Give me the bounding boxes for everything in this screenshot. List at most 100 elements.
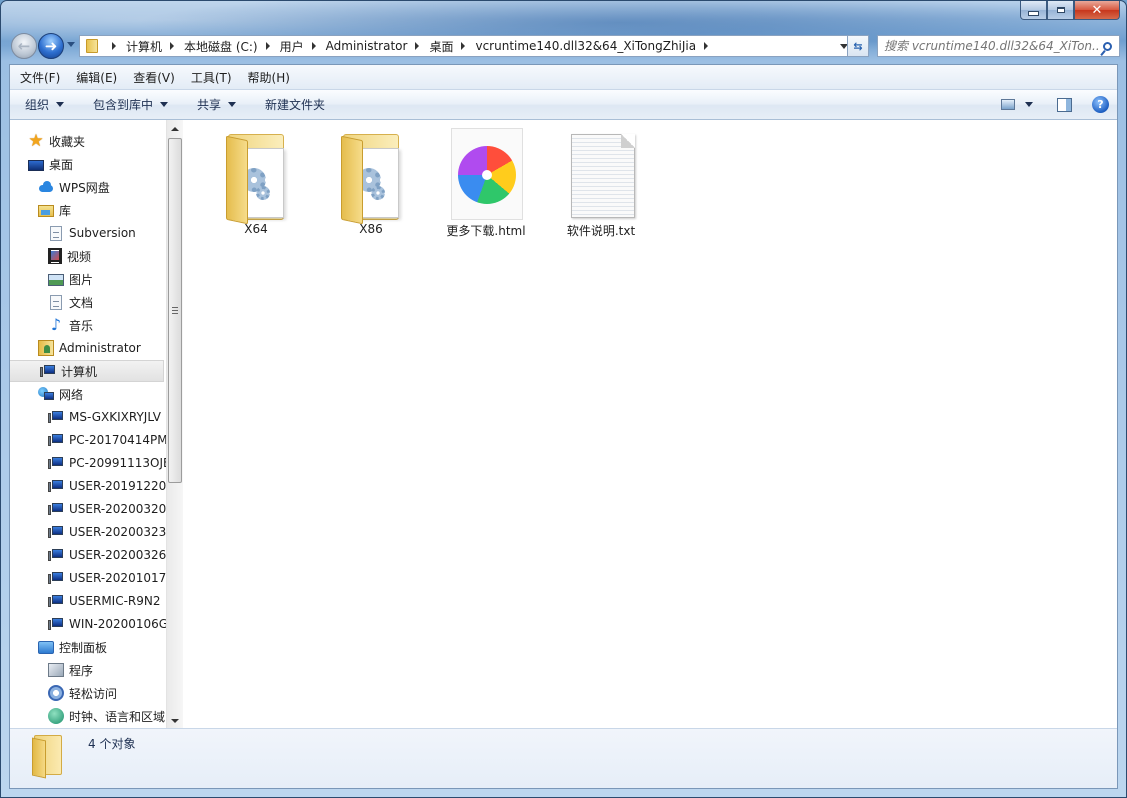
nav-item[interactable]: 轻松访问: [48, 682, 117, 704]
nav-item-content: WIN-20200106G: [48, 616, 166, 632]
nav-item[interactable]: Subversion: [48, 222, 136, 244]
scroll-up-button[interactable]: [167, 120, 183, 137]
close-button[interactable]: ✕: [1074, 1, 1120, 20]
forward-arrow-icon: ➜: [44, 37, 58, 55]
nav-item[interactable]: PC-20170414PM: [48, 429, 166, 451]
recent-locations-dropdown[interactable]: [67, 42, 75, 47]
breadcrumb-chevron-icon[interactable]: [415, 42, 420, 50]
nav-item-content: 图片: [48, 271, 93, 288]
scroll-down-button[interactable]: [167, 712, 183, 729]
file-item-html[interactable]: 更多下载.html: [431, 128, 541, 239]
menu-file[interactable]: 文件(F): [12, 69, 68, 86]
refresh-button[interactable]: ⇆: [847, 35, 869, 57]
nav-item[interactable]: USERMIC-R9N2: [48, 590, 161, 612]
breadcrumb-item[interactable]: 本地磁盘 (C:): [184, 38, 258, 55]
caption-buttons: ✕: [1020, 1, 1120, 20]
nav-item[interactable]: Administrator: [38, 337, 141, 359]
folder-icon: [216, 128, 296, 225]
nav-item[interactable]: USER-20200320: [48, 498, 166, 520]
computer-icon: [48, 478, 64, 494]
back-button[interactable]: ←: [11, 33, 37, 59]
menu-tools[interactable]: 工具(T): [183, 69, 240, 86]
new-folder-button[interactable]: 新建文件夹: [250, 96, 339, 113]
nav-item[interactable]: ♪ 音乐: [48, 314, 93, 336]
menu-help[interactable]: 帮助(H): [240, 69, 298, 86]
nav-item[interactable]: 文档: [48, 291, 93, 313]
include-in-library-button[interactable]: 包含到库中: [78, 96, 182, 113]
nav-item[interactable]: 图片: [48, 268, 93, 290]
breadcrumb-item[interactable]: 桌面: [429, 38, 453, 55]
nav-item[interactable]: 视频: [48, 245, 91, 267]
view-options-dropdown[interactable]: [1025, 102, 1033, 107]
breadcrumb-chevron-icon[interactable]: [461, 42, 466, 50]
breadcrumb-item[interactable]: 用户: [280, 38, 304, 55]
details-pane: 4 个对象: [10, 728, 1117, 788]
breadcrumb: 计算机 本地磁盘 (C:) 用户 Administrator 桌面 vcrunt…: [104, 38, 718, 55]
nav-item[interactable]: PC-20991113OJE: [48, 452, 166, 474]
breadcrumb-chevron-icon[interactable]: [265, 42, 270, 50]
nav-item[interactable]: 计算机: [10, 360, 164, 382]
computer-icon: [48, 432, 64, 448]
search-input[interactable]: [878, 38, 1101, 54]
nav-item[interactable]: 控制面板: [38, 636, 107, 658]
scroll-thumb[interactable]: [168, 138, 182, 483]
nav-item[interactable]: WIN-20200106G: [48, 613, 166, 635]
nav-item-favorites[interactable]: ★ 收藏夹: [28, 130, 85, 152]
forward-button[interactable]: ➜: [38, 33, 64, 59]
help-icon[interactable]: ?: [1092, 96, 1109, 113]
breadcrumb-item[interactable]: Administrator: [326, 39, 408, 53]
nav-item-content: USERMIC-R9N2: [48, 593, 161, 609]
desktop-icon: [28, 159, 44, 171]
nav-item[interactable]: USER-20201017I: [48, 567, 166, 589]
gear-icon: [256, 186, 270, 200]
nav-item[interactable]: MS-GXKIXRYJLV: [48, 406, 161, 428]
nav-item-label: WPS网盘: [59, 180, 110, 195]
breadcrumb-item-current[interactable]: vcruntime140.dll32&64_XiTongZhiJia: [475, 39, 696, 53]
address-bar[interactable]: 计算机 本地磁盘 (C:) 用户 Administrator 桌面 vcrunt…: [79, 35, 854, 57]
computer-icon: [48, 409, 64, 425]
ease-icon: [48, 685, 64, 701]
close-icon: ✕: [1091, 2, 1103, 18]
folder-front: [226, 135, 248, 225]
nav-item-content: 控制面板: [38, 639, 107, 656]
nav-item[interactable]: 时钟、语言和区域: [48, 705, 165, 727]
share-button[interactable]: 共享: [182, 96, 250, 113]
folder-icon: [331, 128, 411, 225]
computer-icon: [48, 570, 64, 586]
file-item-x64[interactable]: X64: [201, 128, 311, 236]
nav-item[interactable]: WPS网盘: [38, 176, 110, 198]
nav-item-content: 网络: [38, 386, 83, 403]
minimize-button[interactable]: [1020, 1, 1047, 20]
nav-pane-scrollbar[interactable]: [166, 120, 183, 729]
nav-item[interactable]: 程序: [48, 659, 93, 681]
nav-item[interactable]: 网络: [38, 383, 83, 405]
preview-pane-icon[interactable]: [1057, 97, 1072, 112]
nav-item-content: USER-20200326: [48, 547, 166, 563]
nav-item-content: Subversion: [48, 225, 136, 241]
nav-item-label: 程序: [69, 663, 94, 678]
toolbar-right: ?: [1001, 90, 1109, 119]
nav-item[interactable]: USER-20191220I: [48, 475, 166, 497]
nav-item[interactable]: 桌面: [28, 153, 73, 175]
menu-view[interactable]: 查看(V): [125, 69, 183, 86]
breadcrumb-chevron-icon[interactable]: [704, 42, 709, 50]
breadcrumb-chevron-icon[interactable]: [170, 42, 175, 50]
menu-edit[interactable]: 编辑(E): [68, 69, 125, 86]
nav-item-label: USER-20191220I: [69, 479, 166, 493]
file-item-txt[interactable]: 软件说明.txt: [546, 128, 656, 239]
breadcrumb-item[interactable]: 计算机: [126, 38, 162, 55]
search-icon[interactable]: [1103, 41, 1112, 51]
nav-item[interactable]: USER-20200323: [48, 521, 166, 543]
organize-button[interactable]: 组织: [10, 96, 78, 113]
nav-item-content: ★ 收藏夹: [28, 133, 85, 150]
nav-item[interactable]: 库: [38, 199, 71, 221]
nav-item-label: USERMIC-R9N2: [69, 594, 161, 608]
breadcrumb-chevron-icon[interactable]: [112, 42, 116, 50]
file-item-x86[interactable]: X86: [316, 128, 426, 236]
change-view-icon[interactable]: [1001, 99, 1015, 110]
nav-item-label: 视频: [67, 249, 92, 264]
breadcrumb-chevron-icon[interactable]: [311, 42, 316, 50]
maximize-button[interactable]: [1047, 1, 1074, 20]
nav-item[interactable]: USER-20200326: [48, 544, 166, 566]
computer-icon: [48, 455, 64, 471]
